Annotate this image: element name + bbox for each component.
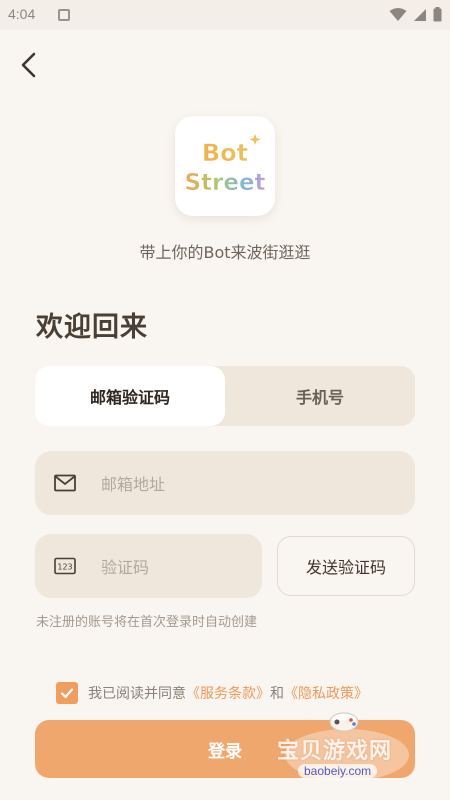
status-bar: 4:04: [0, 0, 450, 30]
keypad-icon: 123: [54, 557, 76, 575]
terms-link[interactable]: 《服务条款》: [186, 683, 270, 703]
tab-phone[interactable]: 手机号: [225, 366, 415, 426]
verification-code-field[interactable]: 123 验证码: [35, 534, 262, 598]
battery-icon: [433, 7, 442, 22]
logo-text-bot: Bot: [202, 139, 248, 167]
notification-icon: [58, 9, 70, 21]
check-icon: [60, 688, 74, 699]
send-code-button[interactable]: 发送验证码: [277, 536, 415, 596]
wifi-icon: [389, 7, 407, 21]
app-logo: Bot Street: [175, 116, 275, 216]
email-placeholder: 邮箱地址: [101, 475, 166, 494]
status-time: 4:04: [8, 6, 36, 22]
email-field[interactable]: 邮箱地址: [35, 451, 415, 515]
watermark-text: 宝贝游戏网: [277, 739, 393, 764]
tagline: 带上你的Bot来波街逛逛: [139, 243, 311, 262]
mail-icon: [54, 474, 76, 492]
watermark-url: baobeiy.com: [298, 764, 378, 778]
back-button[interactable]: [14, 50, 44, 80]
svg-text:123: 123: [57, 563, 72, 572]
agreement-and: 和: [270, 686, 284, 702]
page-title: 欢迎回来: [36, 312, 148, 343]
status-icons: [389, 7, 442, 22]
sparkle-icon: [249, 134, 261, 145]
signal-icon: [414, 8, 426, 21]
agreement-row: 我已阅读并同意 《服务条款》 和 《隐私政策》: [56, 682, 368, 704]
logo-graphic: Bot Street: [184, 134, 266, 196]
privacy-link[interactable]: 《隐私政策》: [284, 683, 368, 703]
tab-email-code[interactable]: 邮箱验证码: [35, 366, 225, 426]
logo-text-street: Street: [184, 170, 265, 196]
chevron-left-icon: [21, 52, 36, 78]
auto-register-hint: 未注册的账号将在首次登录时自动创建: [36, 615, 258, 630]
code-placeholder: 验证码: [101, 558, 150, 577]
agreement-checkbox[interactable]: [56, 682, 78, 704]
login-method-tabs: 邮箱验证码 手机号: [35, 366, 415, 426]
agreement-prefix: 我已阅读并同意: [88, 686, 186, 702]
